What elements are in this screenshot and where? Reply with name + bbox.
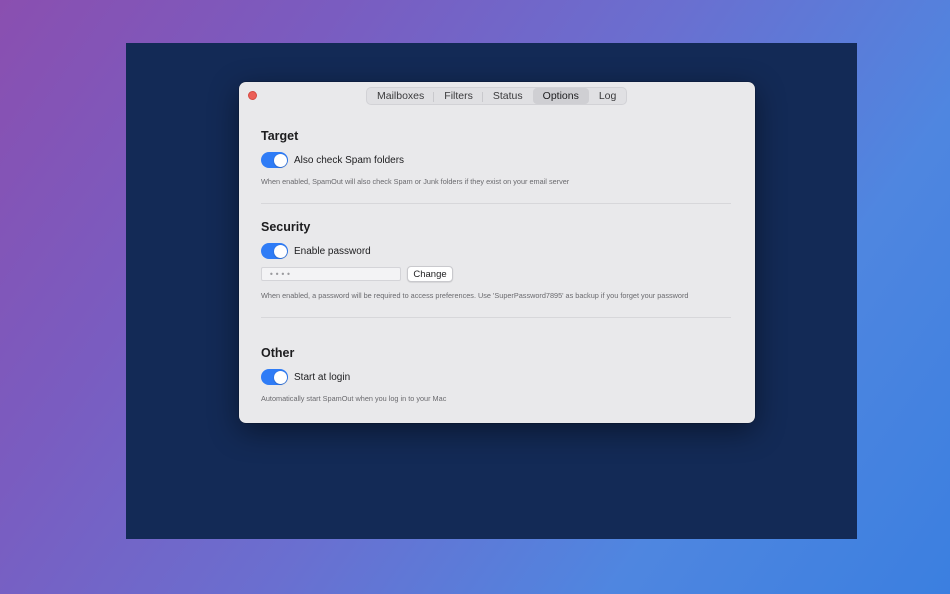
tab-log[interactable]: Log (589, 88, 627, 104)
spam-folders-toggle[interactable] (261, 152, 288, 168)
security-section-title: Security (261, 220, 311, 234)
change-password-button[interactable]: Change (407, 266, 453, 282)
start-at-login-toggle[interactable] (261, 369, 288, 385)
start-at-login-label: Start at login (294, 371, 351, 383)
enable-password-toggle[interactable] (261, 243, 288, 259)
start-at-login-row: Start at login (261, 369, 350, 385)
target-section-title: Target (261, 129, 299, 143)
divider (261, 317, 731, 318)
toggle-knob (273, 370, 287, 384)
target-hint: When enabled, SpamOut will also check Sp… (261, 177, 570, 186)
tab-filters[interactable]: Filters (434, 88, 483, 104)
close-window-button[interactable] (248, 91, 257, 100)
tab-bar: Mailboxes Filters Status Options Log (366, 87, 628, 105)
spam-folders-label: Also check Spam folders (294, 154, 405, 166)
other-section-title: Other (261, 346, 295, 360)
tab-mailboxes[interactable]: Mailboxes (367, 88, 435, 104)
password-field[interactable]: •••• (261, 267, 401, 281)
toggle-knob (273, 153, 287, 167)
toggle-knob (273, 244, 287, 258)
password-row: Enable password (261, 243, 371, 259)
spam-folders-row: Also check Spam folders (261, 152, 404, 168)
preferences-window: Mailboxes Filters Status Options Log Tar… (239, 82, 755, 423)
divider (261, 203, 731, 204)
other-hint: Automatically start SpamOut when you log… (261, 394, 447, 403)
tab-status[interactable]: Status (483, 88, 533, 104)
enable-password-label: Enable password (294, 245, 371, 257)
tab-options[interactable]: Options (532, 88, 589, 104)
security-hint: When enabled, a password will be require… (261, 291, 689, 300)
